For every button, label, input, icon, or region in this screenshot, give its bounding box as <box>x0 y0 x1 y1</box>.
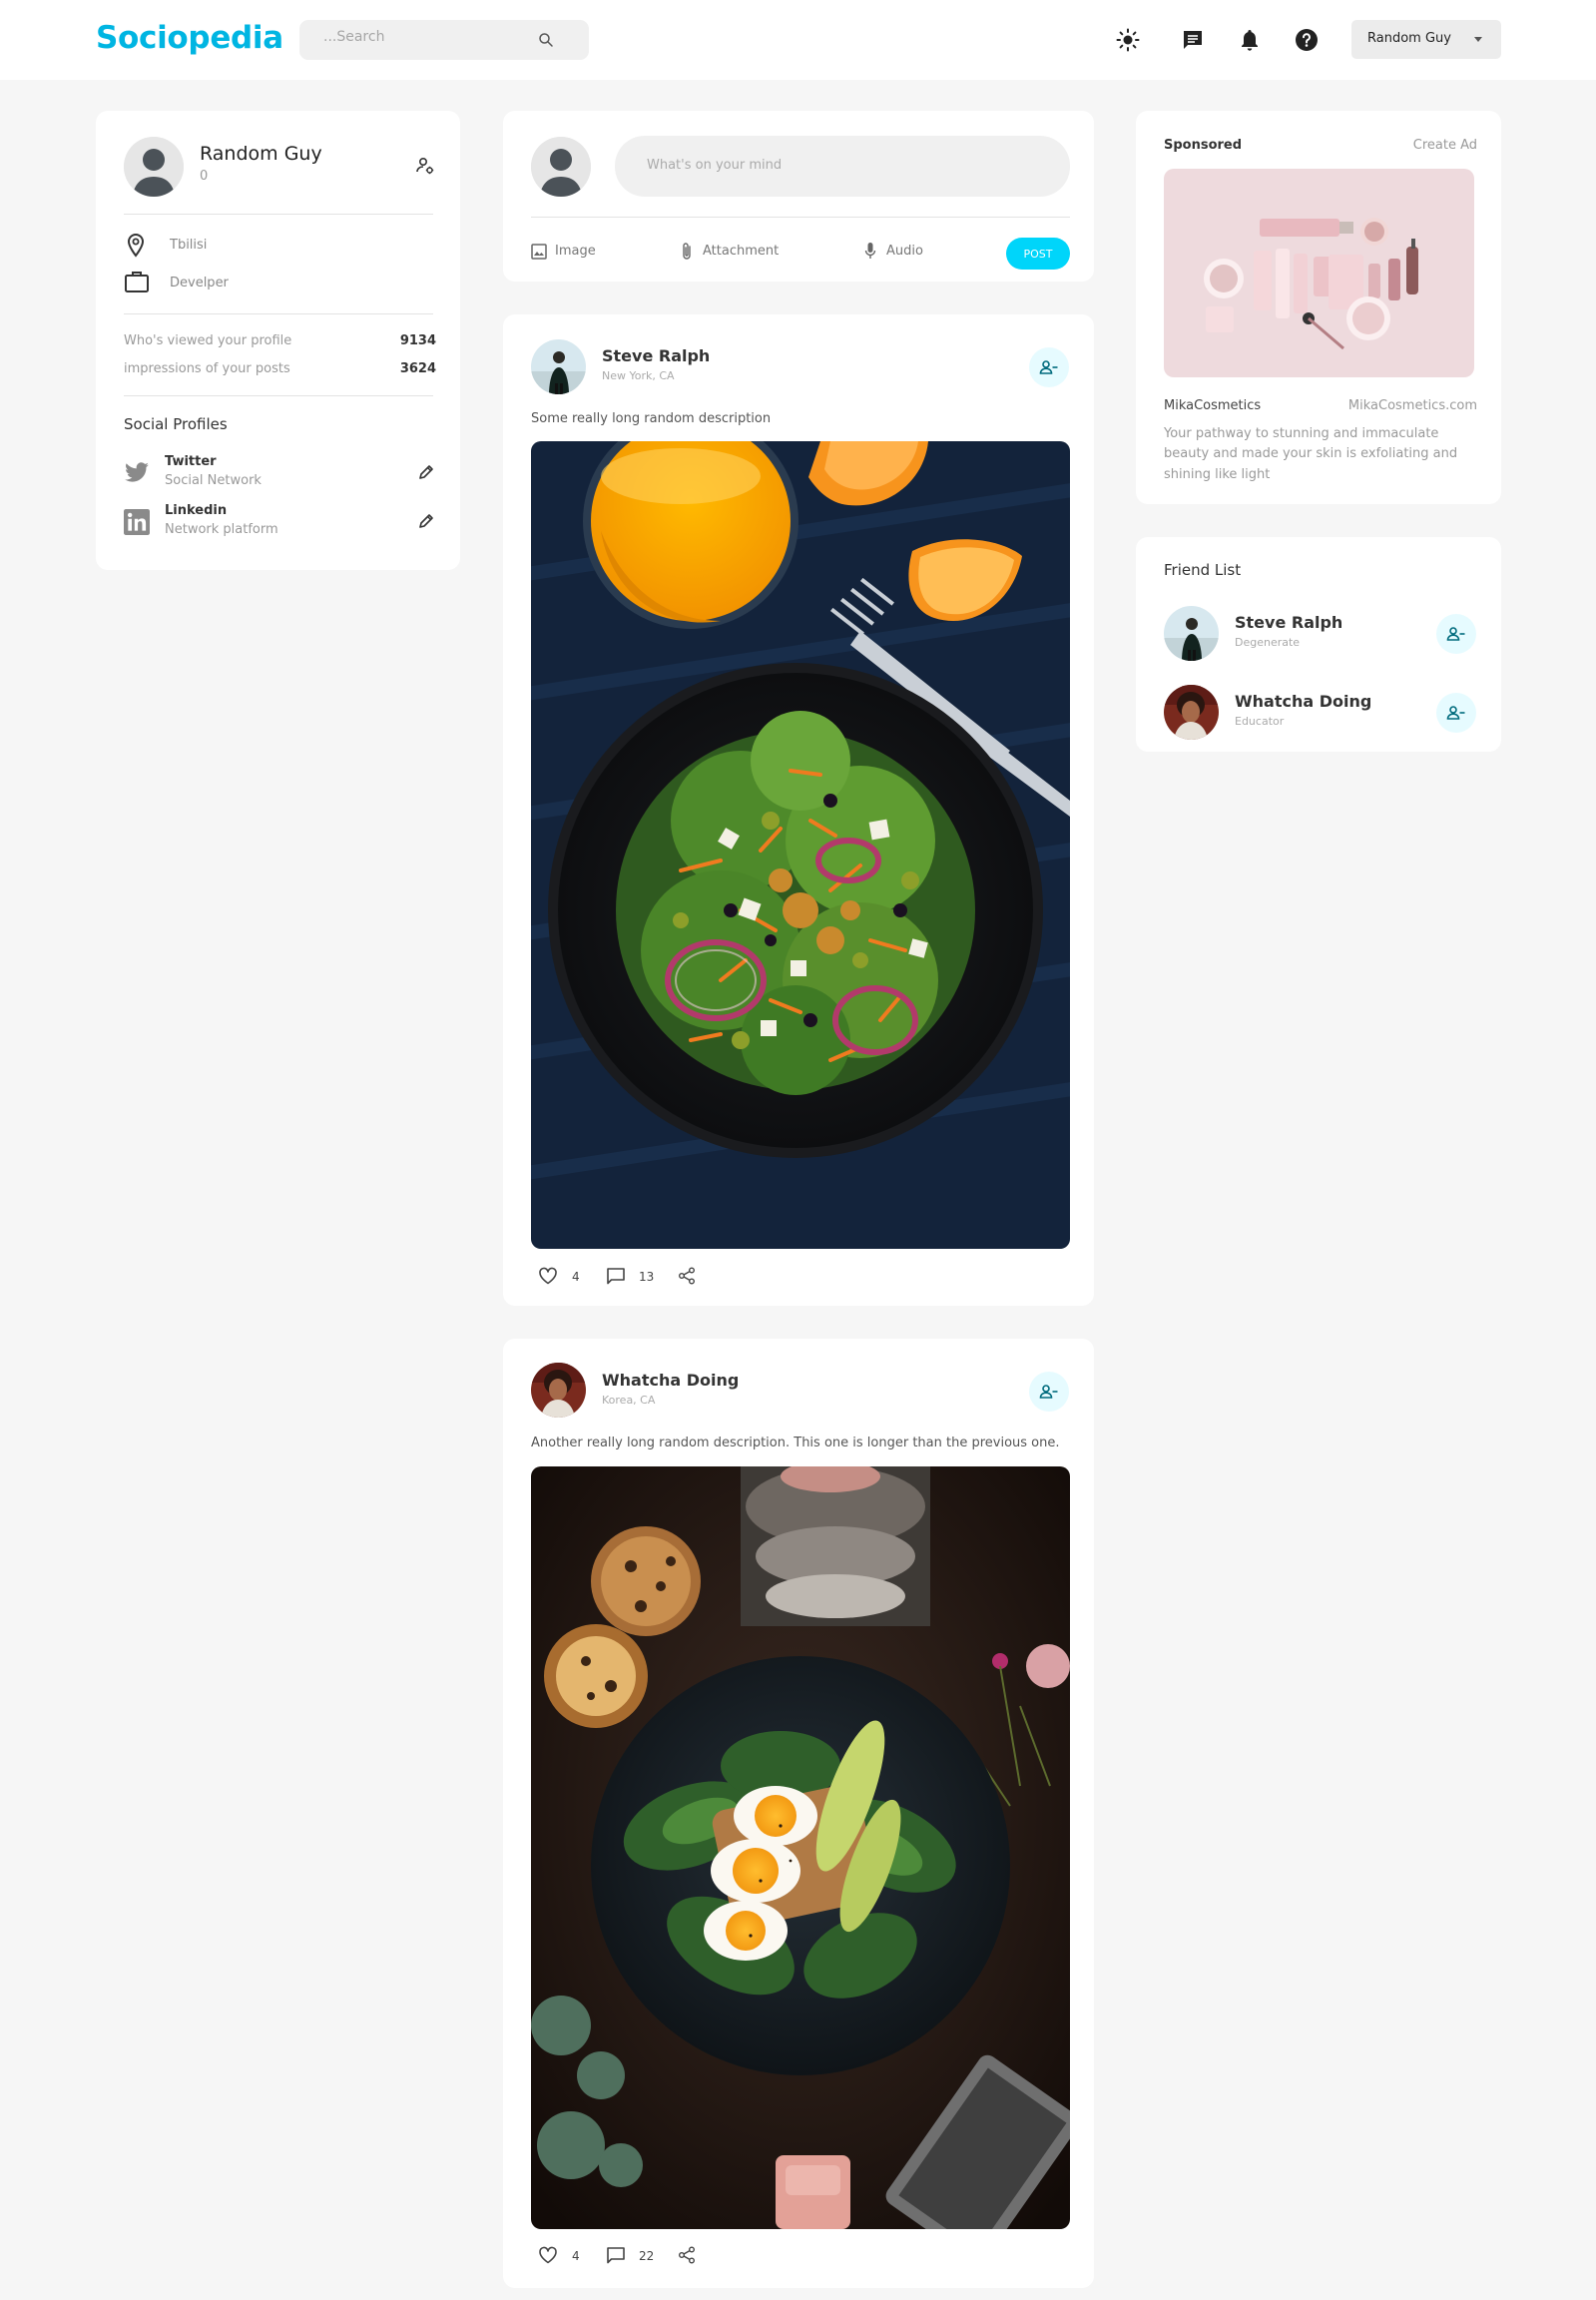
like-count: 4 <box>572 2249 580 2263</box>
share-icon[interactable] <box>678 2246 696 2264</box>
notifications-icon[interactable] <box>1237 27 1263 53</box>
post-author-name[interactable]: Steve Ralph <box>602 346 710 365</box>
like-count: 4 <box>572 1270 580 1284</box>
profile-card: Random Guy 0 Tbilisi Develper Who's view… <box>96 111 460 570</box>
user-dropdown[interactable]: Random Guy <box>1351 20 1501 59</box>
share-icon[interactable] <box>678 1267 696 1285</box>
friend-sub: Educator <box>1235 715 1285 728</box>
composer-audio-label[interactable]: Audio <box>886 244 923 259</box>
composer-placeholder: What's on your mind <box>647 158 783 173</box>
social-sub: Social Network <box>165 473 262 488</box>
person-remove-icon <box>1446 706 1465 720</box>
divider <box>124 214 433 215</box>
profile-avatar[interactable] <box>124 137 184 197</box>
person-remove-icon <box>1039 360 1058 374</box>
friend-list-card: Friend List Steve Ralph Degenerate Whatc… <box>1136 537 1501 752</box>
post-composer: What's on your mind Image Attachment Aud… <box>503 111 1094 282</box>
image-icon[interactable] <box>531 244 547 260</box>
twitter-icon <box>124 462 150 484</box>
post-author-location: Korea, CA <box>602 1394 656 1407</box>
edit-icon[interactable] <box>417 512 435 530</box>
profile-friend-count: 0 <box>200 169 209 184</box>
search-icon[interactable] <box>537 31 555 49</box>
post-image[interactable] <box>531 1466 1070 2229</box>
sponsored-card: Sponsored Create Ad MikaCosmetics MikaCo… <box>1136 111 1501 504</box>
remove-friend-button[interactable] <box>1436 693 1476 733</box>
post-button[interactable]: POST <box>1006 238 1070 270</box>
post-author-location: New York, CA <box>602 369 675 382</box>
profile-occupation: Develper <box>170 276 229 290</box>
stat-label: Who's viewed your profile <box>124 333 292 348</box>
post-card: Steve Ralph New York, CA Some really lon… <box>503 314 1094 1306</box>
create-ad-link[interactable]: Create Ad <box>1413 138 1477 153</box>
profile-name[interactable]: Random Guy <box>200 143 322 165</box>
chevron-down-icon <box>1474 37 1482 42</box>
friend-list-title: Friend List <box>1164 561 1242 579</box>
social-sub: Network platform <box>165 522 278 537</box>
friend-avatar[interactable] <box>1164 685 1219 740</box>
friend-avatar[interactable] <box>1164 606 1219 661</box>
remove-friend-button[interactable] <box>1436 614 1476 654</box>
help-icon[interactable] <box>1294 27 1320 53</box>
manage-account-icon[interactable] <box>415 156 435 176</box>
post-description: Another really long random description. … <box>531 1436 1060 1450</box>
location-icon <box>126 233 146 259</box>
search-input[interactable] <box>323 29 523 45</box>
friend-name[interactable]: Steve Ralph <box>1235 613 1342 632</box>
ad-brand: MikaCosmetics <box>1164 398 1262 413</box>
sponsored-title: Sponsored <box>1164 138 1243 153</box>
work-icon <box>124 270 150 293</box>
comment-count: 22 <box>639 2249 655 2263</box>
linkedin-icon <box>124 509 150 535</box>
post-author-name[interactable]: Whatcha Doing <box>602 1371 739 1390</box>
post-description: Some really long random description <box>531 411 772 426</box>
composer-avatar <box>531 137 591 197</box>
navbar: Sociopedia Random Guy <box>0 0 1596 80</box>
remove-friend-button[interactable] <box>1029 347 1069 387</box>
like-icon[interactable] <box>538 1267 558 1285</box>
divider <box>124 313 433 314</box>
person-remove-icon <box>1039 1385 1058 1399</box>
ad-text-line: Your pathway to stunning and immaculate <box>1164 426 1439 441</box>
post-card: Whatcha Doing Korea, CA Another really l… <box>503 1339 1094 2288</box>
divider <box>531 217 1070 218</box>
friend-name[interactable]: Whatcha Doing <box>1235 692 1371 711</box>
attachment-icon[interactable] <box>681 242 693 262</box>
post-author-avatar[interactable] <box>531 1363 586 1418</box>
user-dropdown-label: Random Guy <box>1367 31 1451 46</box>
composer-image-label[interactable]: Image <box>555 244 596 259</box>
comment-icon[interactable] <box>606 1267 626 1285</box>
social-name[interactable]: Twitter <box>165 454 217 469</box>
stat-label: impressions of your posts <box>124 361 290 376</box>
stat-value: 9134 <box>399 333 436 348</box>
logo[interactable]: Sociopedia <box>96 20 283 56</box>
message-icon[interactable] <box>1180 27 1206 53</box>
ad-url[interactable]: MikaCosmetics.com <box>1348 398 1477 413</box>
composer-field[interactable]: What's on your mind <box>615 136 1070 197</box>
friend-sub: Degenerate <box>1235 636 1301 649</box>
profile-location: Tbilisi <box>170 238 208 253</box>
comment-icon[interactable] <box>606 2246 626 2264</box>
post-image[interactable] <box>531 441 1070 1249</box>
social-name[interactable]: Linkedin <box>165 503 227 518</box>
social-profiles-title: Social Profiles <box>124 415 228 433</box>
like-icon[interactable] <box>538 2246 558 2264</box>
ad-image[interactable] <box>1164 169 1474 377</box>
microphone-icon[interactable] <box>864 242 876 262</box>
stat-value: 3624 <box>399 361 436 376</box>
divider <box>124 395 433 396</box>
remove-friend-button[interactable] <box>1029 1372 1069 1412</box>
ad-text-line: shining like light <box>1164 467 1271 482</box>
search-box <box>299 20 589 60</box>
post-author-avatar[interactable] <box>531 339 586 394</box>
ad-text-line: beauty and made your skin is exfoliating… <box>1164 446 1458 461</box>
comment-count: 13 <box>639 1270 655 1284</box>
composer-attachment-label[interactable]: Attachment <box>703 244 779 259</box>
edit-icon[interactable] <box>417 463 435 481</box>
person-remove-icon <box>1446 627 1465 641</box>
light-mode-icon[interactable] <box>1115 27 1141 53</box>
